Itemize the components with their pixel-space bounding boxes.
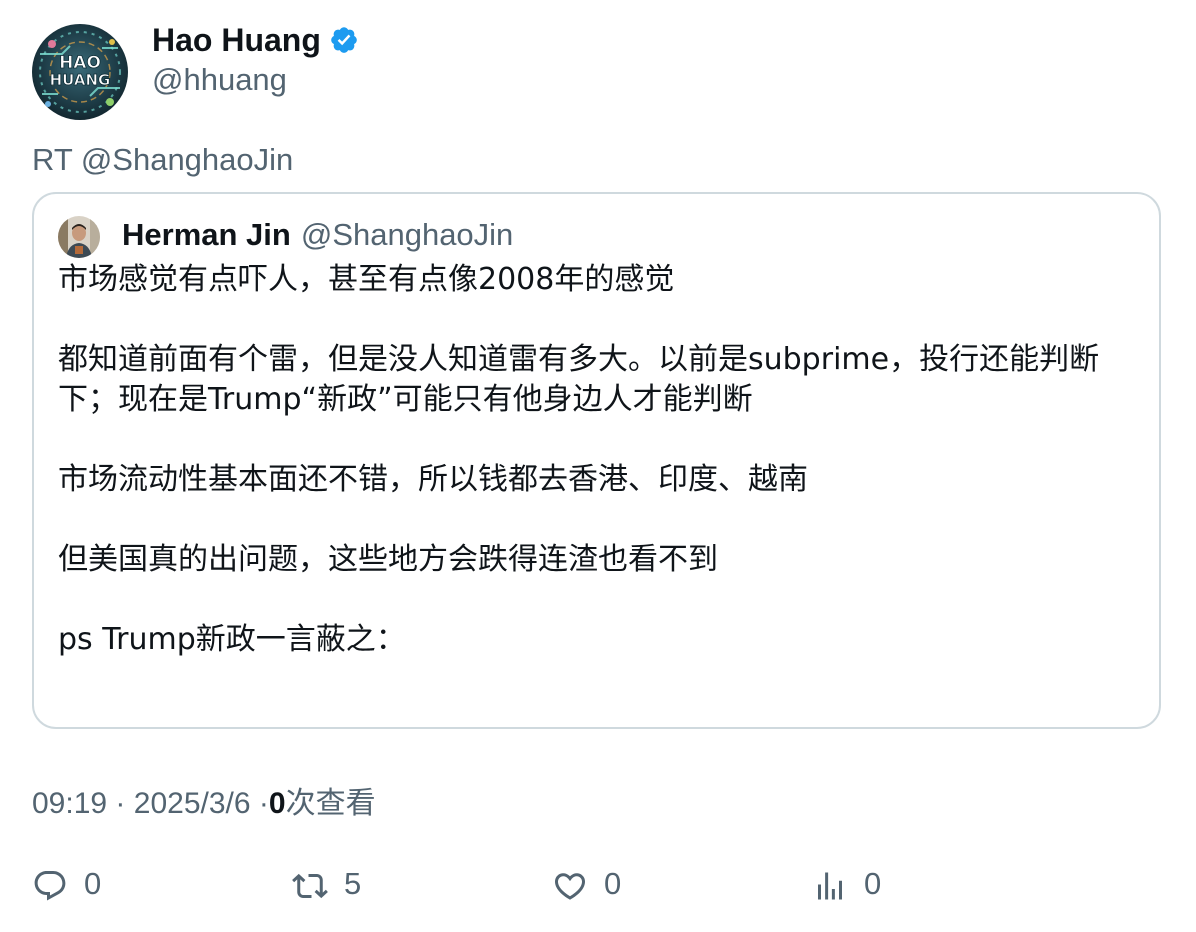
retweet-icon — [292, 868, 328, 904]
reply-count: 0 — [84, 866, 102, 901]
svg-text:HUANG: HUANG — [50, 71, 111, 89]
quoted-author-handle[interactable]: @ShanghaoJin — [301, 217, 513, 253]
quoted-author-avatar-image — [58, 216, 100, 258]
author-name-row: Hao Huang — [152, 20, 359, 60]
views-button[interactable]: 0 — [812, 864, 881, 908]
author-display-name[interactable]: Hao Huang — [152, 22, 321, 59]
quoted-tweet-paragraph: 但美国真的出问题，这些地方会跌得连渣也看不到 — [58, 542, 718, 577]
views-action-count: 0 — [864, 866, 882, 901]
views-count: 0 — [268, 787, 286, 820]
tweet-meta: 09:19 · 2025/3/6 ·0次查看 — [32, 778, 376, 822]
quoted-tweet-body: 市场感觉有点吓人，甚至有点像2008年的感觉 都知道前面有个雷，但是没人知道雷有… — [58, 260, 1138, 660]
verified-badge-icon[interactable] — [329, 25, 359, 55]
quoted-tweet-card[interactable]: Herman Jin @ShanghaoJin 市场感觉有点吓人，甚至有点像20… — [32, 192, 1161, 729]
quoted-tweet-paragraph: 市场感觉有点吓人，甚至有点像2008年的感觉 — [58, 262, 675, 297]
meta-separator: · — [115, 787, 126, 820]
retweet-line: RT @ShanghaoJin — [32, 142, 294, 177]
meta-separator: · — [258, 787, 269, 820]
quoted-tweet-paragraph: 都知道前面有个雷，但是没人知道雷有多大。以前是subprime，投行还能判断下；… — [58, 342, 1100, 417]
retweet-count: 5 — [344, 866, 362, 901]
reply-icon — [32, 868, 68, 904]
like-count: 0 — [604, 866, 622, 901]
reply-button[interactable]: 0 — [32, 864, 101, 908]
quoted-tweet-paragraph: ps Trump新政一言蔽之： — [58, 622, 406, 657]
author-avatar[interactable]: HAO HUANG — [32, 24, 128, 120]
quoted-tweet-paragraph: 市场流动性基本面还不错，所以钱都去香港、印度、越南 — [58, 462, 808, 497]
author-avatar-image: HAO HUANG — [32, 24, 128, 120]
analytics-icon — [812, 868, 848, 904]
tweet-time[interactable]: 09:19 — [32, 787, 107, 820]
quoted-tweet-header: Herman Jin @ShanghaoJin — [122, 214, 513, 256]
like-button[interactable]: 0 — [552, 864, 621, 908]
quoted-author-display-name[interactable]: Herman Jin — [122, 217, 291, 253]
heart-icon — [552, 868, 588, 904]
svg-text:HAO: HAO — [59, 53, 101, 73]
author-handle[interactable]: @hhuang — [152, 62, 287, 98]
quoted-author-avatar[interactable] — [58, 216, 100, 258]
views-label: 次查看 — [285, 786, 376, 821]
retweet-button[interactable]: 5 — [292, 864, 361, 908]
tweet-date[interactable]: 2025/3/6 — [134, 787, 251, 820]
